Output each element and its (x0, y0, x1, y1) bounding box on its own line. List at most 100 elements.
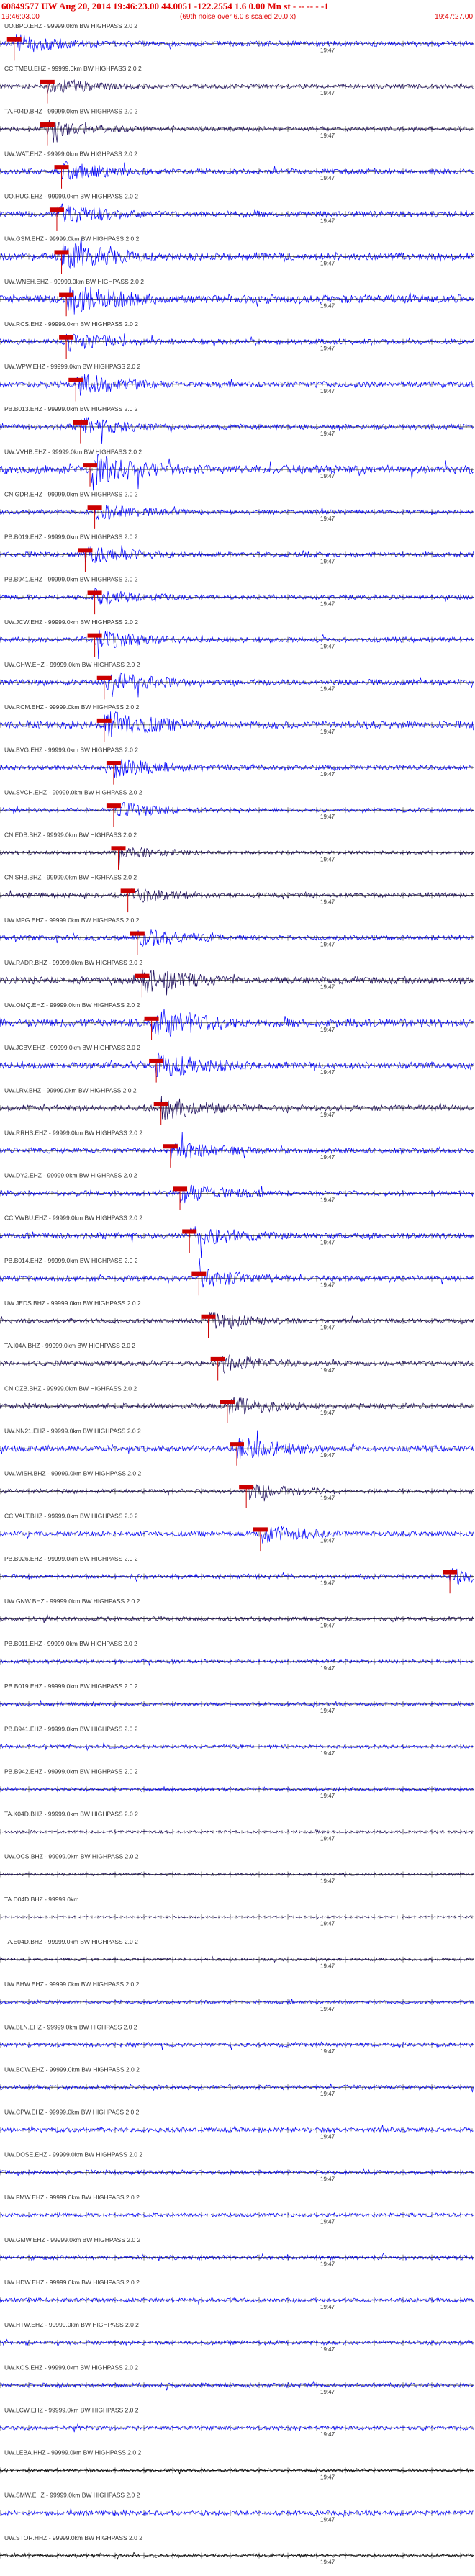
pick-marker (182, 1229, 197, 1234)
station-label: TA.E04D.BHZ - 99999.0km BW HIGHPASS 2.0 … (4, 1938, 138, 1945)
time-label: 19:47 (320, 1921, 335, 1927)
time-label: 19:47 (320, 2346, 335, 2353)
station-label: UW.BHW.EHZ - 99999.0km BW HIGHPASS 2.0 2 (4, 1981, 140, 1988)
waveform-trace (0, 374, 474, 396)
time-label: 19:47 (320, 1580, 335, 1587)
time-label: 19:47 (320, 1835, 335, 1842)
pick-marker (106, 803, 121, 809)
pick-marker (253, 1527, 268, 1532)
header: 60849577 UW Aug 20, 2014 19:46:23.00 44.… (0, 0, 475, 23)
pick-marker (59, 292, 74, 297)
station-label: UW.WAT.EHZ - 99999.0km BW HIGHPASS 2.0 2 (4, 150, 137, 157)
time-label: 19:47 (320, 515, 335, 522)
station-row: UW.DOSE.EHZ - 99999.0km BW HIGHPASS 2.0 … (0, 2151, 474, 2182)
pick-marker (68, 377, 83, 382)
station-row: CC.TMBU.EHZ - 99999.0km BW HIGHPASS 2.0 … (0, 65, 474, 104)
waveform-trace (0, 1184, 474, 1204)
station-label: UO.HUG.EHZ - 99999.0km BW HIGHPASS 2.0 2 (4, 193, 138, 200)
station-row: PB.B942.EHZ - 99999.0km BW HIGHPASS 2.0 … (0, 1767, 474, 1799)
station-label: UW.RRHS.EHZ - 99999.0km BW HIGHPASS 2.0 … (4, 1129, 142, 1136)
station-row: UW.WPW.EHZ - 99999.0km BW HIGHPASS 2.0 2… (0, 363, 474, 402)
pick-marker (78, 548, 93, 553)
time-label: 19:47 (320, 1537, 335, 1544)
pick-marker (191, 1271, 207, 1276)
waveform-trace (0, 1999, 474, 2005)
station-label: PB.B019.EHZ - 99999.0km BW HIGHPASS 2.0 … (4, 533, 138, 541)
station-row: CC.VALT.BHZ - 99999.0km BW HIGHPASS 2.0 … (0, 1513, 474, 1552)
station-row: UO.BPO.EHZ - 99999.0km BW HIGHPASS 2.0 2… (0, 22, 474, 61)
station-row: UW.KOS.EHZ - 99999.0km BW HIGHPASS 2.0 2… (0, 2364, 474, 2395)
time-label: 19:47 (320, 175, 335, 181)
pick-marker (40, 122, 55, 127)
time-label: 19:47 (320, 1452, 335, 1459)
station-row: UW.GSM.EHZ - 99999.0km BW HIGHPASS 2.0 2… (0, 235, 474, 274)
station-row: CN.EDB.BHZ - 99999.0km BW HIGHPASS 2.0 2… (0, 832, 474, 870)
waveform-trace (0, 1226, 474, 1258)
station-label: UW.WPW.EHZ - 99999.0km BW HIGHPASS 2.0 2 (4, 363, 141, 370)
station-row: UW.DY2.EHZ - 99999.0km BW HIGHPASS 2.0 2… (0, 1172, 474, 1211)
seismogram-plot: UO.BPO.EHZ - 99999.0km BW HIGHPASS 2.0 2… (0, 22, 474, 2566)
station-row: UW.LRV.BHZ - 99999.0km BW HIGHPASS 2.0 2… (0, 1086, 474, 1125)
time-label: 19:47 (320, 1154, 335, 1161)
pick-marker (239, 1485, 254, 1490)
station-label: UW.HDW.EHZ - 99999.0km BW HIGHPASS 2.0 2 (4, 2279, 140, 2286)
station-label: UW.OMQ.EHZ - 99999.0km BW HIGHPASS 2.0 2 (4, 1001, 140, 1009)
end-time: 19:47:27.00 (435, 13, 473, 21)
station-row: UW.FMW.EHZ - 99999.0km BW HIGHPASS 2.0 2… (0, 2194, 474, 2225)
waveform-trace (0, 78, 474, 94)
time-label: 19:47 (320, 1495, 335, 1501)
time-label: 19:47 (320, 2133, 335, 2140)
time-label: 19:47 (320, 729, 335, 735)
pick-marker (443, 1570, 458, 1575)
station-label: UW.RADR.BHZ - 99999.0km BW HIGHPASS 2.0 … (4, 959, 142, 966)
time-label: 19:47 (320, 48, 335, 54)
station-label: UW.OCS.BHZ - 99999.0km BW HIGHPASS 2.0 2 (4, 1853, 139, 1860)
station-label: UW.MPG.EHZ - 99999.0km BW HIGHPASS 2.0 2 (4, 917, 140, 924)
pick-marker (49, 207, 64, 212)
station-label: UW.GSM.EHZ - 99999.0km BW HIGHPASS 2.0 2 (4, 235, 140, 243)
time-label: 19:47 (320, 686, 335, 693)
pick-marker (230, 1442, 244, 1447)
waveform-trace (0, 454, 474, 491)
time-label: 19:47 (320, 1112, 335, 1118)
waveform-trace (0, 1567, 474, 1585)
waveform-trace (0, 417, 474, 445)
station-row: UW.GHW.EHZ - 99999.0km BW HIGHPASS 2.0 2… (0, 661, 474, 700)
time-label: 19:47 (320, 1239, 335, 1246)
station-row: UW.JEDS.BHZ - 99999.0km BW HIGHPASS 2.0 … (0, 1300, 474, 1338)
station-label: UO.BPO.EHZ - 99999.0km BW HIGHPASS 2.0 2 (4, 22, 137, 30)
pick-marker (130, 931, 145, 936)
pick-marker (87, 590, 102, 595)
time-label: 19:47 (320, 388, 335, 395)
station-row: UW.RADR.BHZ - 99999.0km BW HIGHPASS 2.0 … (0, 959, 474, 998)
station-label: UW.JEDS.BHZ - 99999.0km BW HIGHPASS 2.0 … (4, 1300, 141, 1307)
station-row: UW.WAT.EHZ - 99999.0km BW HIGHPASS 2.0 2… (0, 150, 474, 189)
waveform-trace (0, 2297, 474, 2305)
station-row: UW.CPW.EHZ - 99999.0km BW HIGHPASS 2.0 2… (0, 2109, 474, 2140)
station-label: PB.B941.EHZ - 99999.0km BW HIGHPASS 2.0 … (4, 576, 138, 583)
station-row: UW.BOW.EHZ - 99999.0km BW HIGHPASS 2.0 2… (0, 2066, 474, 2097)
station-row: TA.K04D.BHZ - 99999.0km BW HIGHPASS 2.0 … (0, 1811, 474, 1842)
time-label: 19:47 (320, 1410, 335, 1416)
time-label: 19:47 (320, 1623, 335, 1629)
station-label: UW.WISH.BHZ - 99999.0km BW HIGHPASS 2.0 … (4, 1470, 141, 1477)
waveform-trace (0, 1484, 474, 1502)
station-label: UW.DY2.EHZ - 99999.0km BW HIGHPASS 2.0 2 (4, 1172, 137, 1179)
station-label: UW.BVG.EHZ - 99999.0km BW HIGHPASS 2.0 2 (4, 746, 138, 753)
waveform-trace (0, 505, 474, 520)
station-label: UW.RCS.EHZ - 99999.0km BW HIGHPASS 2.0 2 (4, 320, 138, 328)
time-label: 19:47 (320, 899, 335, 905)
station-label: PB.B019.EHZ - 99999.0km BW HIGHPASS 2.0 … (4, 1683, 138, 1690)
station-row: UW.BLN.EHZ - 99999.0km BW HIGHPASS 2.0 2… (0, 2023, 474, 2055)
time-label: 19:47 (320, 984, 335, 991)
station-row: UW.GNW.BHZ - 99999.0km BW HIGHPASS 2.0 2… (0, 1598, 474, 1629)
waveform-trace (0, 1700, 474, 1708)
station-row: UW.RCM.EHZ - 99999.0km BW HIGHPASS 2.0 2… (0, 703, 474, 742)
pick-marker (153, 1102, 168, 1107)
waveform-trace (0, 672, 474, 698)
station-row: TA.E04D.BHZ - 99999.0km BW HIGHPASS 2.0 … (0, 1938, 474, 1970)
station-row: UW.JCW.EHZ - 99999.0km BW HIGHPASS 2.0 2… (0, 618, 474, 659)
time-label: 19:47 (320, 1963, 335, 1970)
station-label: UW.LRV.BHZ - 99999.0km BW HIGHPASS 2.0 2 (4, 1086, 137, 1094)
station-label: UW.JCW.EHZ - 99999.0km BW HIGHPASS 2.0 2 (4, 618, 138, 626)
